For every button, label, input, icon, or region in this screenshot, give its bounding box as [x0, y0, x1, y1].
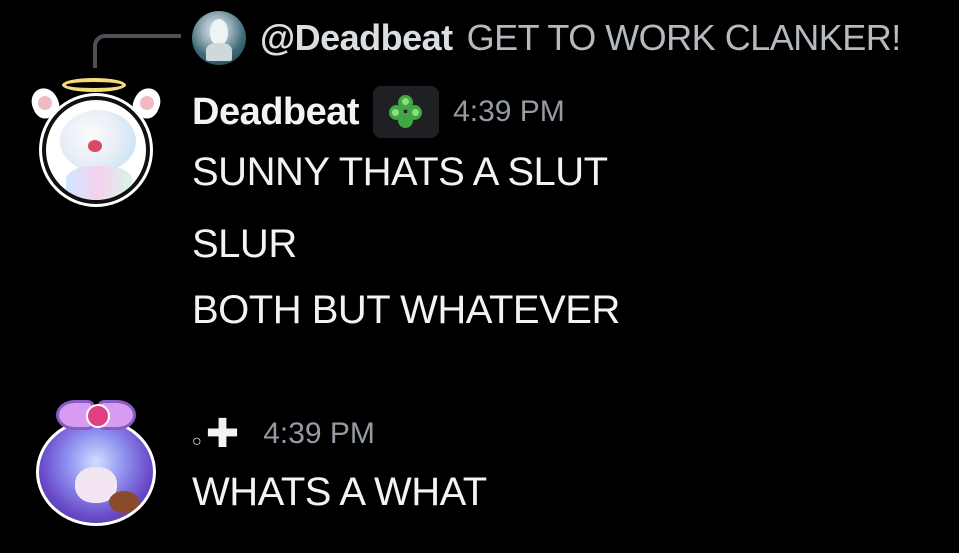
reply-author-avatar[interactable] [192, 11, 246, 65]
message-text-line[interactable]: SLUR [192, 222, 297, 267]
message-timestamp[interactable]: 4:39 PM [453, 95, 565, 129]
avatar-eye [88, 140, 102, 152]
reply-author-mention[interactable]: @Deadbeat [260, 17, 453, 59]
clover-highlight [392, 109, 400, 116]
reply-reference[interactable]: @Deadbeat GET TO WORK CLANKER! [192, 10, 901, 66]
message-timestamp[interactable]: 4:39 PM [263, 417, 375, 451]
clover-highlight [402, 98, 410, 105]
message-text-line[interactable]: WHATS A WHAT [192, 470, 487, 515]
reply-connector-line [93, 34, 181, 68]
author-ring-glyph: ○ [192, 433, 202, 450]
message-text-line[interactable]: BOTH BUT WHATEVER [192, 288, 620, 333]
author-cross-glyph: ✚ [205, 412, 240, 456]
avatar-body [66, 166, 132, 200]
chat-log: @Deadbeat GET TO WORK CLANKER! Deadbeat [0, 0, 959, 553]
user-avatar-deadbeat[interactable] [26, 70, 166, 210]
reply-message-preview[interactable]: GET TO WORK CLANKER! [467, 17, 902, 59]
avatar-violin [109, 491, 139, 513]
clover-icon [389, 95, 423, 129]
message-author-name[interactable]: Deadbeat [192, 91, 360, 134]
server-tag-badge[interactable] [373, 86, 440, 138]
message-author-name[interactable]: ○ ✚ [192, 414, 239, 454]
message-text-line[interactable]: SUNNY THATS A SLUT [192, 150, 608, 195]
user-avatar-second[interactable] [34, 398, 158, 528]
message-header: ○ ✚ 4:39 PM [192, 410, 375, 458]
bow-heart-knot [86, 404, 110, 428]
avatar-image [42, 96, 150, 204]
message-header: Deadbeat 4:39 PM [192, 86, 565, 138]
reply-avatar-figure [210, 19, 228, 45]
clover-highlight [412, 109, 420, 116]
bow-decoration [56, 398, 136, 438]
clover-leaf [398, 113, 414, 128]
halo-decoration [62, 78, 126, 92]
reply-avatar-body [206, 43, 232, 61]
